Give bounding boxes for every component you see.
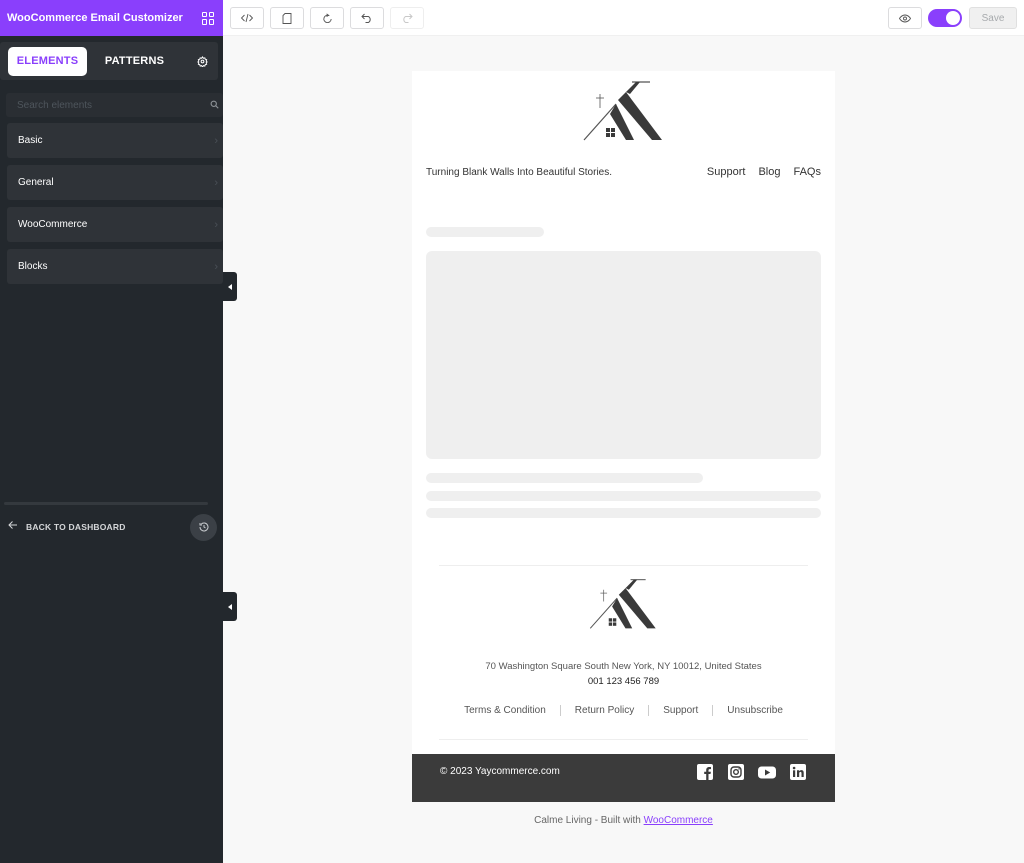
category-general[interactable]: General ›: [7, 165, 223, 200]
preview-button[interactable]: [888, 7, 922, 29]
grid-icon[interactable]: [202, 11, 215, 25]
reset-icon: [322, 13, 332, 23]
search-input[interactable]: [17, 99, 210, 111]
brand-logo[interactable]: [582, 80, 664, 142]
app-title: WooCommerce Email Customizer: [7, 12, 183, 24]
skeleton-line: [426, 473, 703, 483]
category-label: WooCommerce: [18, 219, 88, 230]
copyright-bar: © 2023 Yaycommerce.com: [412, 754, 835, 802]
save-button[interactable]: Save: [969, 7, 1017, 29]
nav-link-faqs[interactable]: FAQs: [793, 166, 821, 178]
sidebar-tabs: ELEMENTS PATTERNS: [0, 42, 218, 80]
woocommerce-link[interactable]: WooCommerce: [644, 815, 713, 826]
chevron-right-icon: ›: [214, 260, 218, 273]
nav-link-support[interactable]: Support: [707, 166, 746, 178]
caret-left-icon: [228, 283, 232, 290]
footer-link-unsubscribe[interactable]: Unsubscribe: [727, 705, 783, 716]
preview-toggle[interactable]: [928, 9, 962, 27]
sidebar-scrollbar[interactable]: [4, 502, 208, 505]
footer-links: Terms & Condition Return Policy Support …: [412, 705, 835, 716]
eye-icon: [899, 14, 911, 22]
chevron-right-icon: ›: [214, 176, 218, 189]
footer-link-support[interactable]: Support: [663, 705, 698, 716]
search-icon: [210, 96, 219, 114]
gear-icon[interactable]: [192, 51, 212, 71]
link-separator: [712, 705, 714, 716]
code-icon: [241, 13, 253, 23]
skeleton-heading: [426, 227, 544, 237]
code-button[interactable]: [230, 7, 264, 29]
sidebar-header: WooCommerce Email Customizer: [0, 0, 223, 36]
copyright-text[interactable]: © 2023 Yaycommerce.com: [440, 766, 560, 777]
link-separator: [559, 705, 561, 716]
email-tagline[interactable]: Turning Blank Walls Into Beautiful Stori…: [426, 167, 612, 178]
back-to-dashboard-link[interactable]: BACK TO DASHBOARD: [26, 522, 126, 532]
footer-link-return-policy[interactable]: Return Policy: [575, 705, 634, 716]
category-blocks[interactable]: Blocks ›: [7, 249, 223, 284]
category-basic[interactable]: Basic ›: [7, 123, 223, 158]
built-with-text: Calme Living - Built with WooCommerce: [412, 815, 835, 826]
skeleton-line: [426, 508, 821, 518]
reset-button[interactable]: [310, 7, 344, 29]
file-icon: [282, 12, 292, 24]
footer-address[interactable]: 70 Washington Square South New York, NY …: [412, 661, 835, 672]
sidebar: WooCommerce Email Customizer ELEMENTS PA…: [0, 0, 223, 863]
category-label: Basic: [18, 135, 43, 146]
social-icons: [696, 763, 807, 781]
toggle-knob: [946, 11, 960, 25]
footer-divider: [439, 565, 808, 566]
collapse-sidebar-handle[interactable]: [223, 272, 237, 301]
nav-link-blog[interactable]: Blog: [758, 166, 780, 178]
redo-button[interactable]: [390, 7, 424, 29]
chevron-right-icon: ›: [214, 134, 218, 147]
youtube-icon[interactable]: [758, 763, 776, 781]
footer-divider: [439, 739, 808, 740]
tab-elements[interactable]: ELEMENTS: [8, 46, 87, 76]
caret-left-icon: [228, 603, 232, 610]
email-canvas: Turning Blank Walls Into Beautiful Stori…: [412, 71, 835, 802]
history-button[interactable]: [190, 513, 217, 541]
linkedin-icon[interactable]: [789, 763, 807, 781]
built-with-prefix: Calme Living - Built with: [534, 815, 644, 826]
category-woocommerce[interactable]: WooCommerce ›: [7, 207, 223, 242]
redo-icon: [403, 13, 413, 23]
back-to-dashboard-row: BACK TO DASHBOARD: [7, 513, 217, 541]
facebook-icon[interactable]: [696, 763, 714, 781]
tab-patterns[interactable]: PATTERNS: [87, 47, 182, 76]
top-toolbar: Save: [223, 0, 1024, 36]
search-box: [6, 93, 223, 117]
footer-logo[interactable]: [582, 578, 664, 630]
undo-button[interactable]: [350, 7, 384, 29]
arrow-left-icon[interactable]: [7, 518, 19, 536]
footer-phone[interactable]: 001 123 456 789: [412, 676, 835, 687]
instagram-icon[interactable]: [727, 763, 745, 781]
collapse-settings-handle[interactable]: [223, 592, 237, 621]
email-nav: Support Blog FAQs: [707, 166, 821, 178]
skeleton-image: [426, 251, 821, 459]
category-label: Blocks: [18, 261, 48, 272]
chevron-right-icon: ›: [214, 218, 218, 231]
template-button[interactable]: [270, 7, 304, 29]
skeleton-line: [426, 491, 821, 501]
footer-link-terms[interactable]: Terms & Condition: [464, 705, 546, 716]
undo-icon: [361, 13, 371, 23]
link-separator: [648, 705, 650, 716]
category-label: General: [18, 177, 54, 188]
